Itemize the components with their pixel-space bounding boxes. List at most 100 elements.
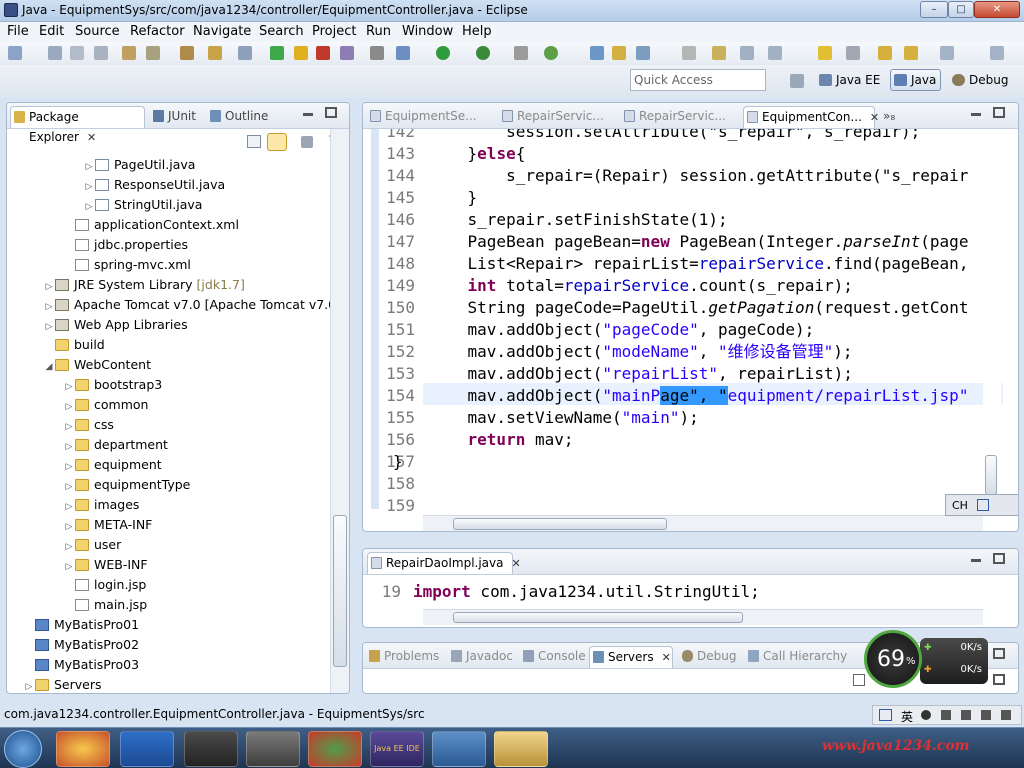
pin-editor-icon[interactable]: [846, 46, 860, 60]
new-icon[interactable]: [8, 46, 22, 60]
minimize-button[interactable]: –: [920, 1, 948, 18]
collapsed-arrow-icon[interactable]: ▷: [63, 537, 75, 557]
close-button[interactable]: ✕: [974, 1, 1020, 18]
collapsed-arrow-icon[interactable]: ▷: [83, 197, 95, 217]
resume-icon[interactable]: [208, 46, 222, 60]
close-tab-icon[interactable]: ✕: [512, 557, 521, 570]
menu-search[interactable]: Search: [259, 24, 304, 39]
tree-item[interactable]: ▷ css: [63, 415, 114, 435]
save-icon[interactable]: [48, 46, 62, 60]
system-monitor-widget[interactable]: 0K/s 0K/s ✚ ✚ 69 %: [864, 630, 990, 688]
ime-mode-label[interactable]: 英: [901, 708, 913, 725]
tab-repair-service-2[interactable]: RepairServic...: [621, 106, 726, 128]
editor-horizontal-scrollbar[interactable]: [423, 515, 983, 531]
tab-equipment-controller[interactable]: EquipmentCon... ✕: [743, 106, 879, 128]
pinwheel-app-icon[interactable]: [56, 731, 110, 767]
ime-search-icon[interactable]: [977, 499, 990, 511]
explorer-app-icon[interactable]: [494, 731, 548, 767]
editor-scroll-thumb[interactable]: [985, 455, 997, 495]
terminal-app-icon[interactable]: [184, 731, 238, 767]
back-arrow-icon[interactable]: [904, 46, 918, 60]
tree-item[interactable]: ▷ WEB-INF: [63, 555, 148, 575]
maximize-editor-icon[interactable]: [993, 107, 1005, 118]
view-menu-icon[interactable]: [301, 136, 313, 148]
collapsed-arrow-icon[interactable]: ▷: [63, 497, 75, 517]
ime-punct-icon[interactable]: [941, 710, 951, 720]
tab-console[interactable]: Console: [520, 646, 586, 668]
tree-item[interactable]: MyBatisPro03: [23, 655, 139, 675]
perspective-java-ee[interactable]: Java EE: [815, 69, 885, 91]
tree-item[interactable]: ◢ WebContent: [43, 355, 151, 375]
tab-junit[interactable]: JUnit: [150, 106, 204, 128]
tree-item[interactable]: ▷ PageUtil.java: [83, 155, 196, 175]
tree-item[interactable]: jdbc.properties: [63, 235, 188, 255]
collapsed-arrow-icon[interactable]: ▷: [23, 677, 35, 693]
editor-vertical-scrollbar[interactable]: [983, 129, 1001, 517]
run-coverage-icon[interactable]: [476, 46, 490, 60]
perspective-debug[interactable]: Debug: [948, 69, 1013, 91]
tree-item[interactable]: main.jsp: [63, 595, 147, 615]
ime-language-bar[interactable]: 英: [872, 705, 1022, 725]
terminate-icon[interactable]: [316, 46, 330, 60]
next-annotation-icon[interactable]: [740, 46, 754, 60]
tree-item[interactable]: MyBatisPro01: [23, 615, 139, 635]
tree-item[interactable]: applicationContext.xml: [63, 215, 239, 235]
java-ee-ide-app-icon[interactable]: Java EE IDE: [370, 731, 424, 767]
maximize-editor-icon[interactable]: [993, 553, 1005, 564]
collapsed-arrow-icon[interactable]: ▷: [63, 517, 75, 537]
step-into-icon[interactable]: [396, 46, 410, 60]
dolphin-app-icon[interactable]: [432, 731, 486, 767]
skip-breakpoints-icon[interactable]: [180, 46, 194, 60]
forward-dropdown-icon[interactable]: [990, 46, 1004, 60]
perspective-java[interactable]: Java: [890, 69, 942, 91]
close-tab-icon[interactable]: ✕: [87, 131, 96, 144]
run-debug-icon[interactable]: [270, 46, 284, 60]
menu-file[interactable]: File: [7, 24, 29, 39]
collapsed-arrow-icon[interactable]: ▷: [63, 477, 75, 497]
menu-help[interactable]: Help: [462, 24, 492, 39]
tree-item[interactable]: ▷ META-INF: [63, 515, 153, 537]
build-icon[interactable]: [122, 46, 136, 60]
tab-repair-service-1[interactable]: RepairServic...: [499, 106, 604, 128]
tab-outline[interactable]: Outline: [207, 106, 277, 128]
menu-source[interactable]: Source: [75, 24, 120, 39]
last-edit-icon[interactable]: [818, 46, 832, 60]
tree-item[interactable]: ▷ equipment: [63, 455, 162, 475]
ime-toolbar[interactable]: CH: [945, 494, 1018, 516]
tree-item[interactable]: spring-mvc.xml: [63, 255, 191, 275]
new-java-project-icon[interactable]: [544, 46, 558, 60]
close-tab-icon[interactable]: ✕: [870, 111, 879, 124]
tab-equipment-service[interactable]: EquipmentSe...: [367, 106, 477, 128]
collapsed-arrow-icon[interactable]: ▷: [63, 437, 75, 457]
collapsed-arrow-icon[interactable]: ▷: [63, 557, 75, 577]
toggle-breakpoint-icon[interactable]: [370, 46, 384, 60]
collapsed-arrow-icon[interactable]: ▷: [63, 417, 75, 437]
collapsed-arrow-icon[interactable]: ▷: [63, 377, 75, 397]
clean-icon[interactable]: [146, 46, 160, 60]
tab-problems[interactable]: Problems: [366, 646, 442, 668]
prev-annotation-icon[interactable]: [768, 46, 782, 60]
menu-refactor[interactable]: Refactor: [130, 24, 185, 39]
tree-item[interactable]: ▷ ResponseUtil.java: [83, 175, 226, 197]
maximize-view-icon[interactable]: [993, 648, 1005, 659]
open-type-icon[interactable]: [636, 46, 650, 60]
tree-scroll-thumb[interactable]: [333, 515, 347, 667]
tree-item[interactable]: ▷ Web App Libraries: [43, 315, 188, 335]
ime-keyboard-icon[interactable]: [961, 710, 971, 720]
annotation-icon[interactable]: [712, 46, 726, 60]
expanded-arrow-icon[interactable]: ◢: [43, 357, 55, 377]
maximize-view-icon[interactable]: [325, 107, 337, 118]
tree-item[interactable]: ▷ common: [63, 395, 149, 415]
open-folder-icon[interactable]: [612, 46, 626, 60]
collapsed-arrow-icon[interactable]: ▷: [83, 177, 95, 197]
tab-javadoc[interactable]: Javadoc: [448, 646, 514, 668]
tab-repair-dao-impl[interactable]: RepairDaoImpl.java ✕: [367, 552, 521, 574]
collapse-all-icon[interactable]: [247, 135, 261, 148]
maximize-button[interactable]: □: [948, 1, 974, 18]
forward-icon[interactable]: [940, 46, 954, 60]
tab-servers[interactable]: Servers ✕: [589, 646, 673, 668]
tools-app-icon[interactable]: [246, 731, 300, 767]
ime-moon-icon[interactable]: [921, 710, 931, 720]
minimize-view-icon[interactable]: [303, 113, 313, 116]
ime-user-icon[interactable]: [981, 710, 991, 720]
